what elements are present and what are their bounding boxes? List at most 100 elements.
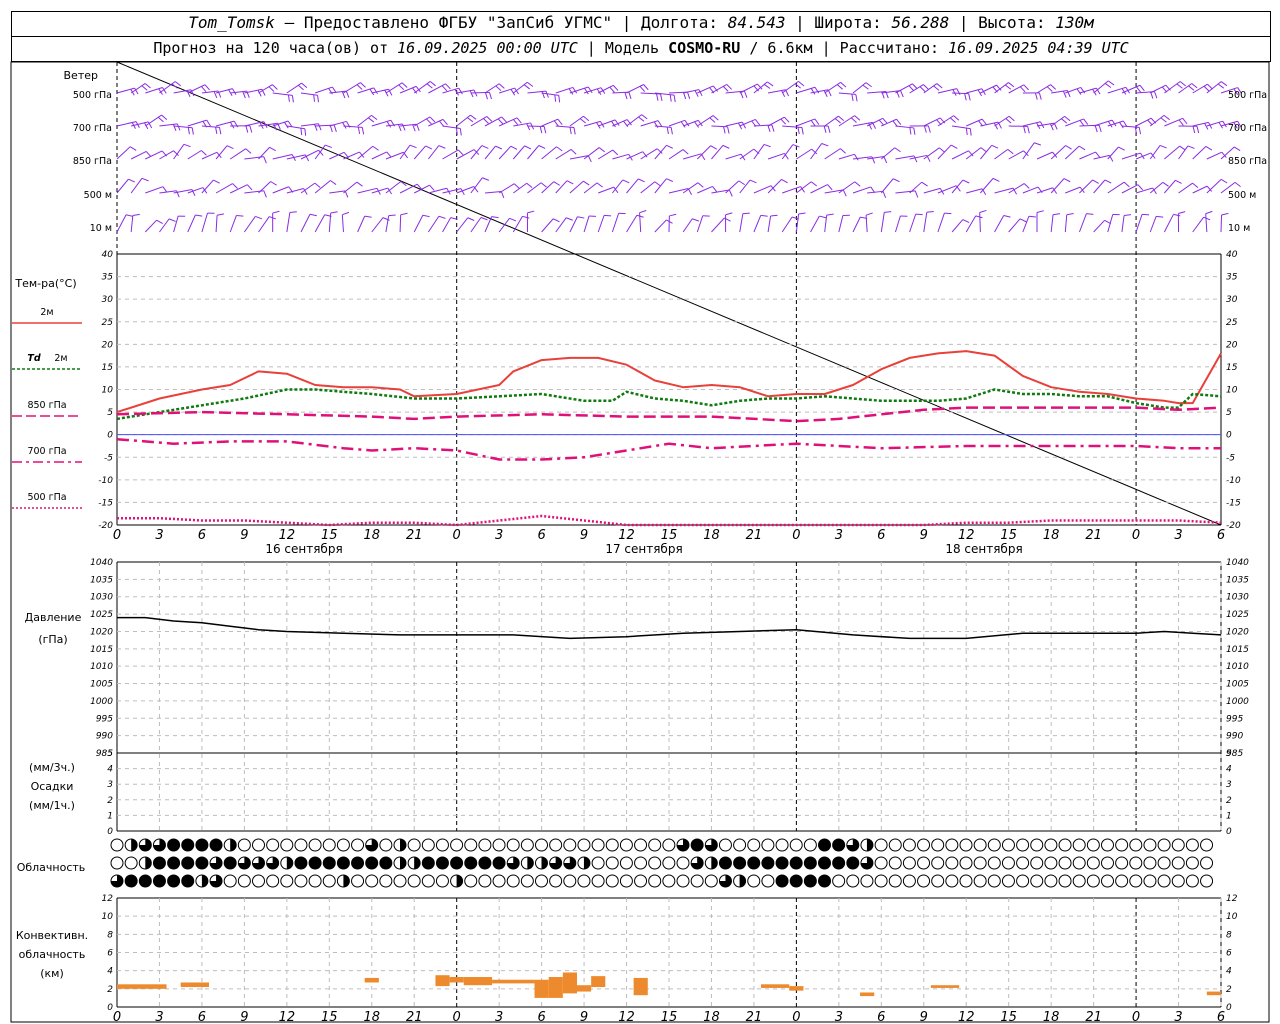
wind-barb-flag — [342, 122, 347, 129]
wind-barb-staff — [611, 179, 624, 194]
wind-barb-staff — [484, 116, 502, 127]
wind-barb-staff — [753, 215, 762, 233]
wind-barb-flag — [213, 179, 220, 184]
cloud-symbol — [789, 856, 803, 870]
wind-barb-flag — [710, 145, 718, 150]
y-tick-label-right: 0 — [1226, 1003, 1232, 1013]
wind-barb-flag — [908, 85, 915, 92]
cloud-symbol — [492, 856, 506, 870]
wind-barb-flag — [1162, 181, 1169, 187]
wind-barb-staff — [187, 214, 196, 233]
y-tick-label: 1010 — [90, 662, 113, 672]
wind-barb-flag — [950, 144, 958, 149]
wind-barb-flag — [429, 116, 436, 123]
cloud-symbol — [931, 838, 945, 852]
y-tick-label-right: 5 — [1226, 408, 1232, 418]
x-tick-label-bottom: 9 — [580, 1010, 588, 1024]
wind-barb-flag — [1123, 181, 1130, 188]
x-tick-label: 12 — [618, 528, 635, 543]
wind-barb-flag — [991, 144, 999, 149]
wind-barb-staff — [1093, 219, 1105, 233]
wind-barb-staff — [159, 218, 170, 233]
cloud-symbol — [308, 874, 322, 888]
wind-barb-flag — [1176, 83, 1183, 89]
cloud-symbol — [506, 874, 520, 888]
wind-barb-staff — [739, 148, 755, 160]
wind-barb-flag — [1086, 213, 1094, 215]
wind-barb-flag — [854, 181, 861, 187]
wind-level-850hpa: 850 гПа — [73, 156, 112, 167]
wind-barb-flag — [836, 84, 843, 90]
cloud-symbol — [464, 874, 478, 888]
cloud-symbol-half — [145, 857, 152, 869]
y-tick-label: 1025 — [90, 610, 113, 620]
wind-barb-flag — [1217, 83, 1225, 89]
conv-cloud-bar — [463, 977, 493, 986]
wind-barb-staff — [555, 149, 572, 160]
y-tick-label: 3 — [107, 780, 113, 790]
wind-barb-staff — [895, 83, 913, 94]
wind-barb-staff — [385, 215, 390, 233]
y-tick-label: 4 — [107, 765, 113, 775]
wind-barb-flag — [1163, 115, 1170, 121]
wind-barb-flag — [287, 94, 290, 102]
x-tick-label-bottom: 6 — [877, 1010, 885, 1024]
wind-barb-staff — [923, 83, 938, 94]
cloud-symbol — [152, 856, 166, 870]
wind-barb-flag — [145, 151, 152, 158]
wind-barb-flag — [1104, 179, 1112, 184]
cloud-symbol — [1086, 838, 1100, 852]
wind-barb-staff — [484, 83, 500, 94]
wind-barb-staff — [399, 144, 411, 160]
wind-barb-staff — [923, 147, 940, 160]
y-tick-label: 10 — [102, 386, 114, 396]
cloud-symbol — [1072, 856, 1086, 870]
x-tick-label-bottom: 0 — [453, 1010, 461, 1024]
wind-barb-flag — [558, 95, 561, 103]
x-tick-label: 3 — [495, 528, 503, 543]
cloud-symbol — [407, 838, 421, 852]
legend-t700: 700 гПа — [27, 446, 66, 457]
cloud-symbol — [294, 838, 308, 852]
cloud-symbol — [450, 856, 464, 870]
y-tick-label: 1015 — [90, 645, 113, 655]
wind-barb-flag — [309, 213, 317, 217]
cloud-symbol — [973, 856, 987, 870]
wind-barb-flag — [914, 190, 919, 198]
wind-barb-staff — [1051, 90, 1068, 94]
cloud-symbol — [619, 838, 633, 852]
wind-barb-flag — [862, 84, 869, 90]
cloud-symbol — [902, 856, 916, 870]
wind-barb-flag — [1118, 146, 1125, 151]
cloud-symbol — [1001, 838, 1015, 852]
cloud-symbol — [987, 838, 1001, 852]
y-tick-label: -10 — [98, 476, 113, 486]
cloud-symbol — [237, 838, 251, 852]
cloud-symbol — [676, 874, 690, 888]
cloud-symbol-half — [541, 857, 548, 869]
x-tick-label: 0 — [1132, 528, 1140, 543]
x-tick-label: 18 — [703, 528, 720, 543]
wind-barb-flag — [641, 114, 648, 120]
wind-barb-staff — [230, 184, 248, 194]
wind-barb-flag — [388, 214, 396, 217]
cloud-symbol — [917, 874, 931, 888]
wind-barb-flag — [912, 83, 918, 90]
wind-barb-flag — [669, 213, 677, 217]
wind-barb-staff — [937, 212, 945, 233]
x-tick-label-bottom: 12 — [618, 1010, 635, 1024]
wind-barb-flag — [1154, 91, 1158, 99]
wind-barb-flag — [921, 181, 928, 187]
wind-barb-flag — [174, 81, 181, 87]
wind-barb-flag — [1023, 126, 1026, 134]
x-tick-label: 9 — [240, 528, 248, 543]
wind-barb-flag — [333, 125, 337, 133]
wind-barb-flag — [938, 147, 946, 153]
wind-barb-staff — [229, 148, 247, 160]
cloud-symbol — [733, 856, 747, 870]
wind-barb-flag — [598, 147, 606, 153]
wind-barb-flag — [1138, 127, 1142, 135]
cloud-symbol — [747, 874, 761, 888]
wind-barb-staff — [341, 214, 344, 233]
wind-barb-staff — [1050, 214, 1054, 233]
